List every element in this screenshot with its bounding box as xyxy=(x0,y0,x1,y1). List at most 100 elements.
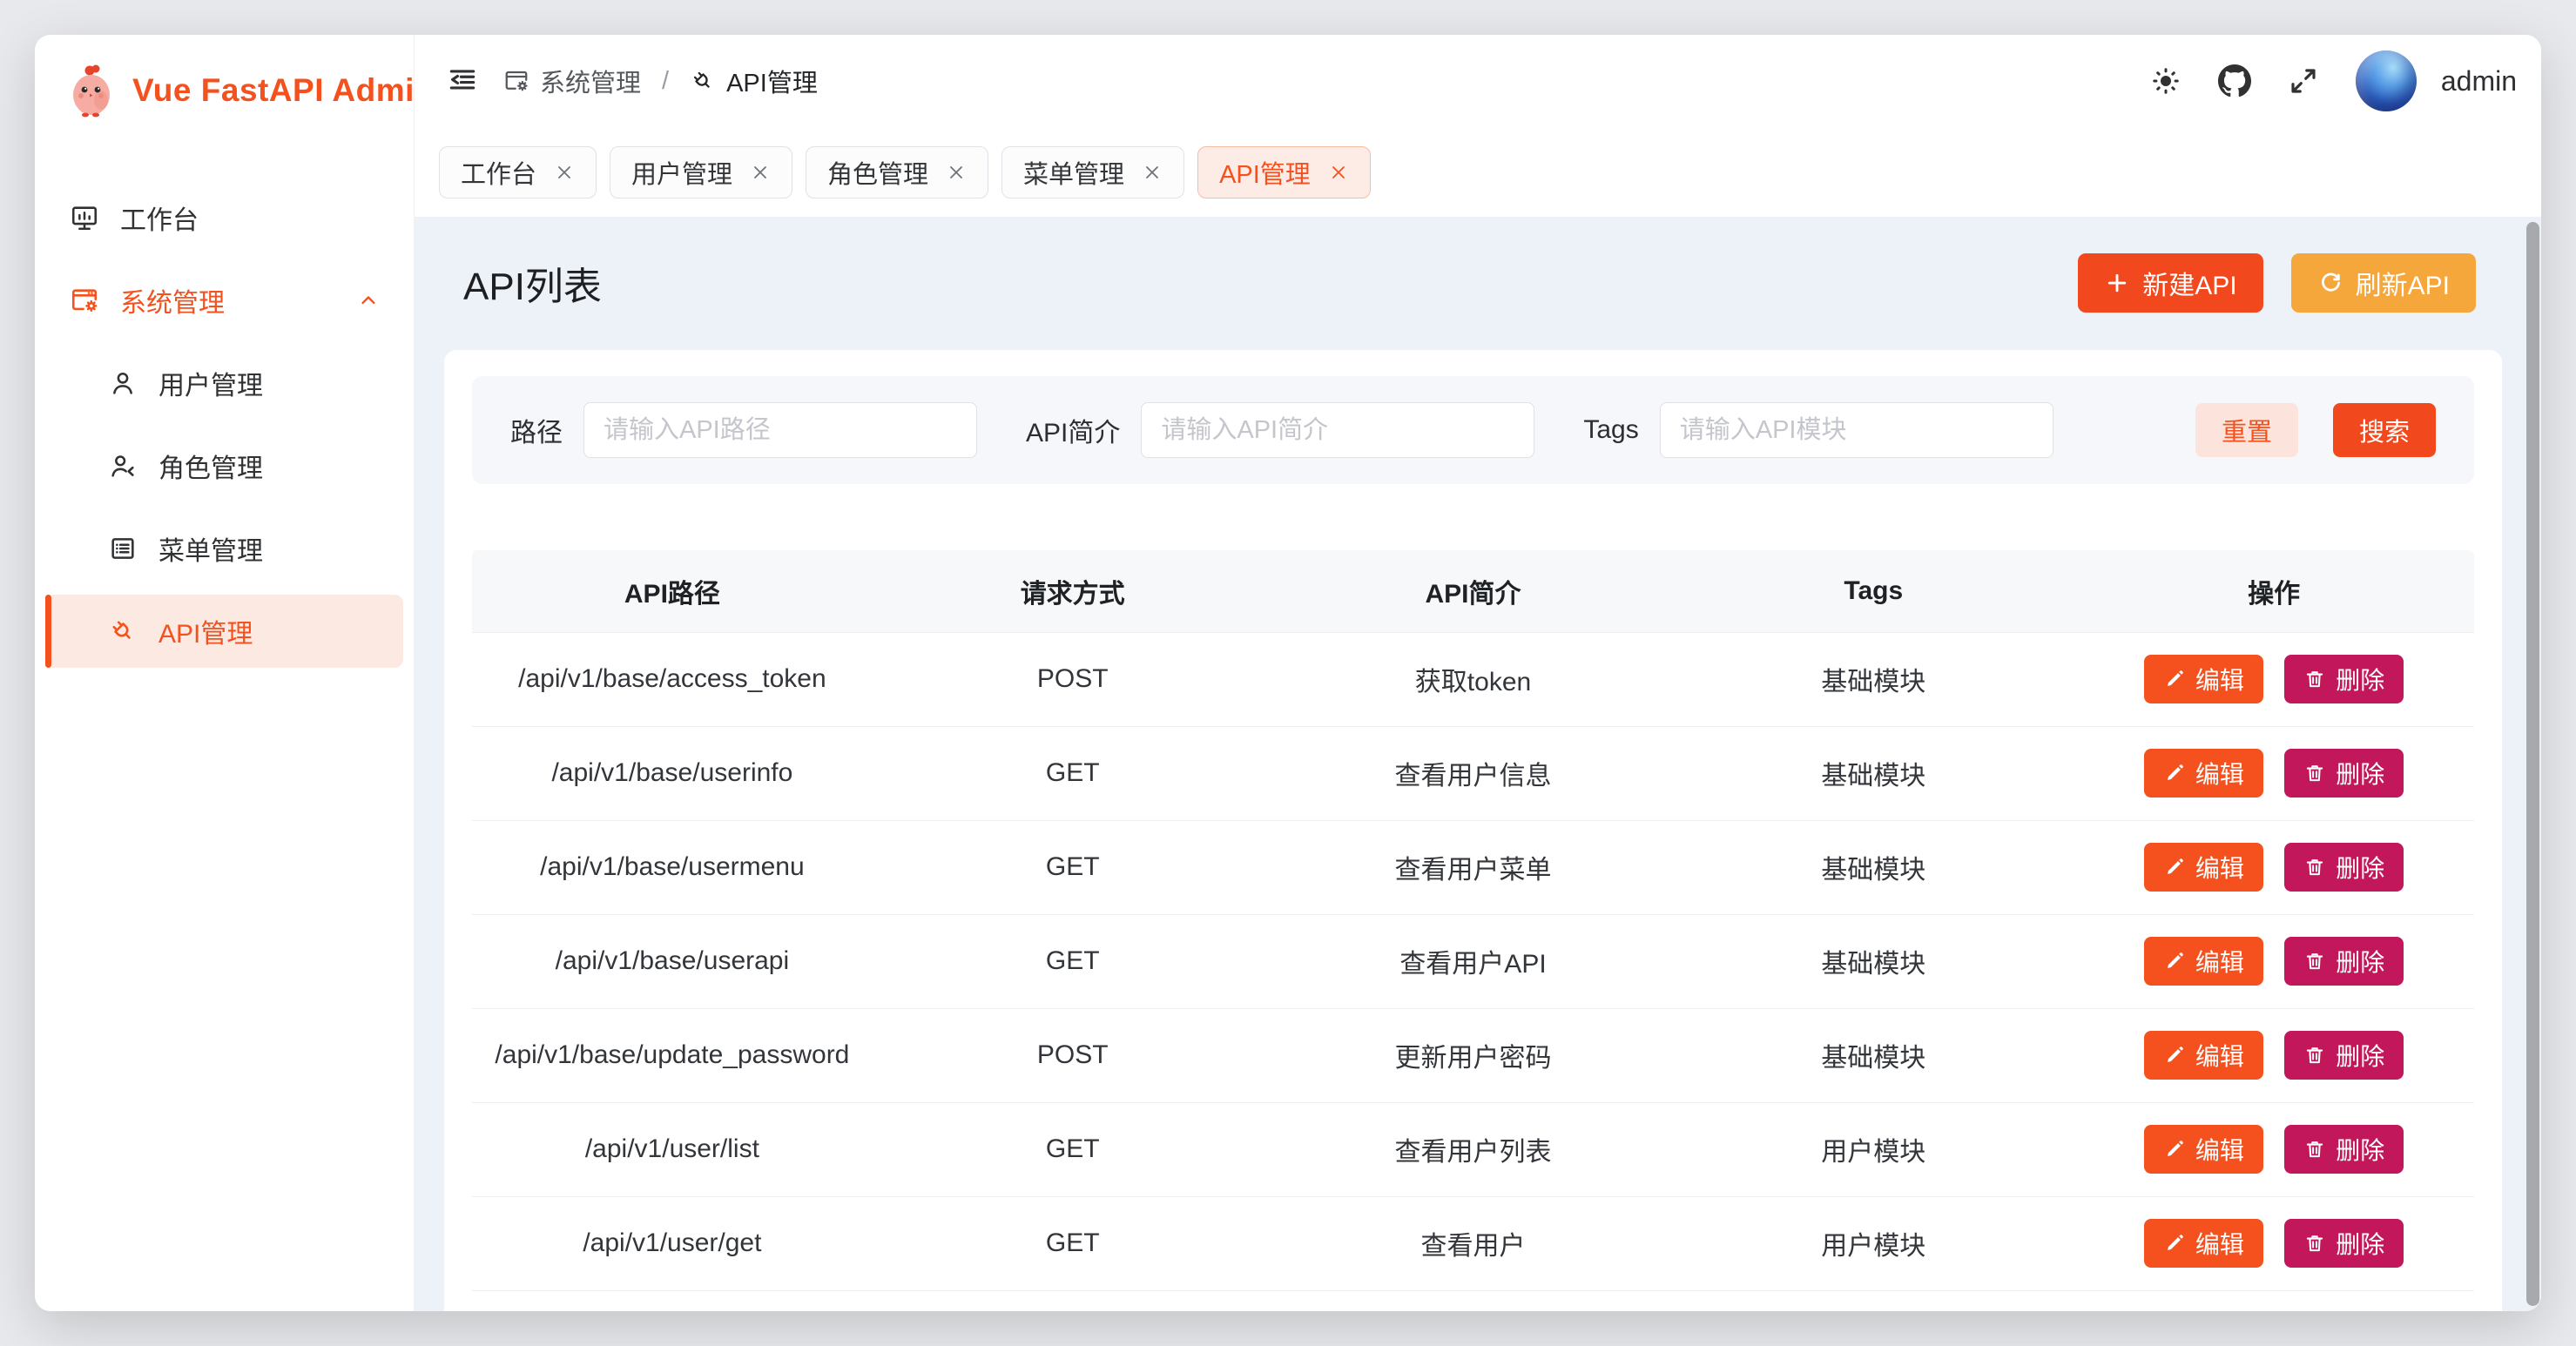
filter-panel: 路径 API简介 Tags 重置 搜索 xyxy=(472,376,2474,484)
edit-button[interactable]: 编辑 xyxy=(2144,937,2263,986)
tab-api[interactable]: API管理 xyxy=(1197,146,1371,199)
breadcrumb: 系统管理 / API管理 xyxy=(503,63,818,99)
cell-path: /api/v1/base/update_password xyxy=(472,1008,873,1102)
system-window-gear-icon xyxy=(70,286,99,315)
cell-summary: 更新用户密码 xyxy=(1273,1008,1674,1102)
tab-workbench[interactable]: 工作台 xyxy=(439,146,597,199)
plus-icon xyxy=(2104,270,2130,296)
path-filter-input[interactable] xyxy=(583,402,977,458)
cell-actions: 编辑 删除 xyxy=(2074,1102,2474,1196)
close-icon[interactable] xyxy=(750,162,771,183)
path-filter-label: 路径 xyxy=(510,411,563,449)
cell-tags: 基础模块 xyxy=(1673,1008,2074,1102)
tags-filter-label: Tags xyxy=(1583,415,1638,445)
tab-menus[interactable]: 菜单管理 xyxy=(1001,146,1184,199)
search-button[interactable]: 搜索 xyxy=(2333,403,2436,457)
edit-button[interactable]: 编辑 xyxy=(2144,655,2263,703)
api-table: API路径 请求方式 API简介 Tags 操作 /api/v1/base/ac… xyxy=(472,550,2474,1291)
trash-icon xyxy=(2303,1044,2326,1067)
pencil-icon xyxy=(2163,668,2186,690)
cell-method: GET xyxy=(873,914,1273,1008)
sidebar-item-users[interactable]: 用户管理 xyxy=(45,347,403,420)
tab-roles[interactable]: 角色管理 xyxy=(806,146,988,199)
vertical-scrollbar-thumb[interactable] xyxy=(2526,222,2539,1306)
column-header-path: API路径 xyxy=(472,550,873,632)
cell-path: /api/v1/user/list xyxy=(472,1102,873,1196)
table-row: /api/v1/user/get GET 查看用户 用户模块 编辑 删除 xyxy=(472,1196,2474,1290)
sidebar-item-label: 菜单管理 xyxy=(158,529,263,568)
tags-filter-input[interactable] xyxy=(1660,402,2053,458)
fullscreen-icon[interactable] xyxy=(2288,65,2319,97)
delete-button[interactable]: 删除 xyxy=(2284,749,2404,798)
cell-summary: 查看用户API xyxy=(1273,914,1674,1008)
sidebar-item-label: API管理 xyxy=(158,612,253,650)
pencil-icon xyxy=(2163,1044,2186,1067)
avatar[interactable] xyxy=(2356,50,2417,111)
close-icon[interactable] xyxy=(946,162,967,183)
edit-button[interactable]: 编辑 xyxy=(2144,1031,2263,1080)
summary-filter-input[interactable] xyxy=(1141,402,1534,458)
cell-path: /api/v1/base/userinfo xyxy=(472,726,873,820)
sidebar: Vue FastAPI Admin 工作台 xyxy=(35,35,415,1311)
table-row: /api/v1/user/list GET 查看用户列表 用户模块 编辑 删除 xyxy=(472,1102,2474,1196)
cell-path: /api/v1/base/access_token xyxy=(472,632,873,726)
cell-summary: 查看用户菜单 xyxy=(1273,820,1674,914)
cell-actions: 编辑 删除 xyxy=(2074,726,2474,820)
column-header-summary: API简介 xyxy=(1273,550,1674,632)
delete-button[interactable]: 删除 xyxy=(2284,843,2404,892)
column-header-actions: 操作 xyxy=(2074,550,2474,632)
summary-filter-label: API简介 xyxy=(1026,411,1120,449)
close-icon[interactable] xyxy=(1328,162,1349,183)
table-row: /api/v1/base/access_token POST 获取token 基… xyxy=(472,632,2474,726)
role-user-icon xyxy=(108,451,138,481)
api-list-card: 路径 API简介 Tags 重置 搜索 xyxy=(444,350,2502,1311)
tab-label: 角色管理 xyxy=(827,154,928,191)
cell-method: GET xyxy=(873,820,1273,914)
breadcrumb-item-system[interactable]: 系统管理 xyxy=(503,63,641,99)
cell-actions: 编辑 删除 xyxy=(2074,1196,2474,1290)
sidebar-item-system[interactable]: 系统管理 xyxy=(45,264,403,337)
refresh-api-button[interactable]: 刷新API xyxy=(2291,253,2476,313)
theme-sun-icon[interactable] xyxy=(2150,65,2182,97)
pencil-icon xyxy=(2163,856,2186,878)
github-icon[interactable] xyxy=(2218,64,2251,98)
breadcrumb-item-api[interactable]: API管理 xyxy=(690,63,818,99)
delete-button[interactable]: 删除 xyxy=(2284,1219,2404,1268)
pencil-icon xyxy=(2163,950,2186,972)
edit-button[interactable]: 编辑 xyxy=(2144,843,2263,892)
cell-summary: 查看用户 xyxy=(1273,1196,1674,1290)
table-row: /api/v1/base/usermenu GET 查看用户菜单 基础模块 编辑… xyxy=(472,820,2474,914)
collapse-sidebar-icon[interactable] xyxy=(446,64,479,98)
delete-button[interactable]: 删除 xyxy=(2284,655,2404,703)
delete-button[interactable]: 删除 xyxy=(2284,937,2404,986)
close-icon[interactable] xyxy=(554,162,575,183)
delete-button[interactable]: 删除 xyxy=(2284,1125,2404,1174)
edit-button[interactable]: 编辑 xyxy=(2144,749,2263,798)
close-icon[interactable] xyxy=(1142,162,1163,183)
app-logo[interactable]: Vue FastAPI Admin xyxy=(35,35,414,146)
sidebar-item-label: 角色管理 xyxy=(158,447,263,485)
tab-label: API管理 xyxy=(1219,154,1311,191)
cell-path: /api/v1/base/usermenu xyxy=(472,820,873,914)
logo-mascot-icon xyxy=(66,64,117,118)
sidebar-item-api[interactable]: API管理 xyxy=(45,595,403,668)
breadcrumb-label: API管理 xyxy=(726,63,818,99)
new-api-button[interactable]: 新建API xyxy=(2078,253,2262,313)
cell-actions: 编辑 删除 xyxy=(2074,914,2474,1008)
menu-list-icon xyxy=(108,534,138,563)
delete-button[interactable]: 删除 xyxy=(2284,1031,2404,1080)
reset-button[interactable]: 重置 xyxy=(2195,403,2298,457)
trash-icon xyxy=(2303,856,2326,878)
trash-icon xyxy=(2303,668,2326,690)
tab-users[interactable]: 用户管理 xyxy=(610,146,792,199)
cell-path: /api/v1/base/userapi xyxy=(472,914,873,1008)
sidebar-item-workbench[interactable]: 工作台 xyxy=(45,181,403,254)
edit-button[interactable]: 编辑 xyxy=(2144,1219,2263,1268)
sidebar-item-menus[interactable]: 菜单管理 xyxy=(45,512,403,585)
header: 系统管理 / API管理 xyxy=(415,35,2541,127)
edit-button[interactable]: 编辑 xyxy=(2144,1125,2263,1174)
cell-tags: 基础模块 xyxy=(1673,726,2074,820)
sidebar-item-roles[interactable]: 角色管理 xyxy=(45,429,403,502)
username[interactable]: admin xyxy=(2441,65,2517,98)
chevron-up-icon xyxy=(356,288,381,313)
